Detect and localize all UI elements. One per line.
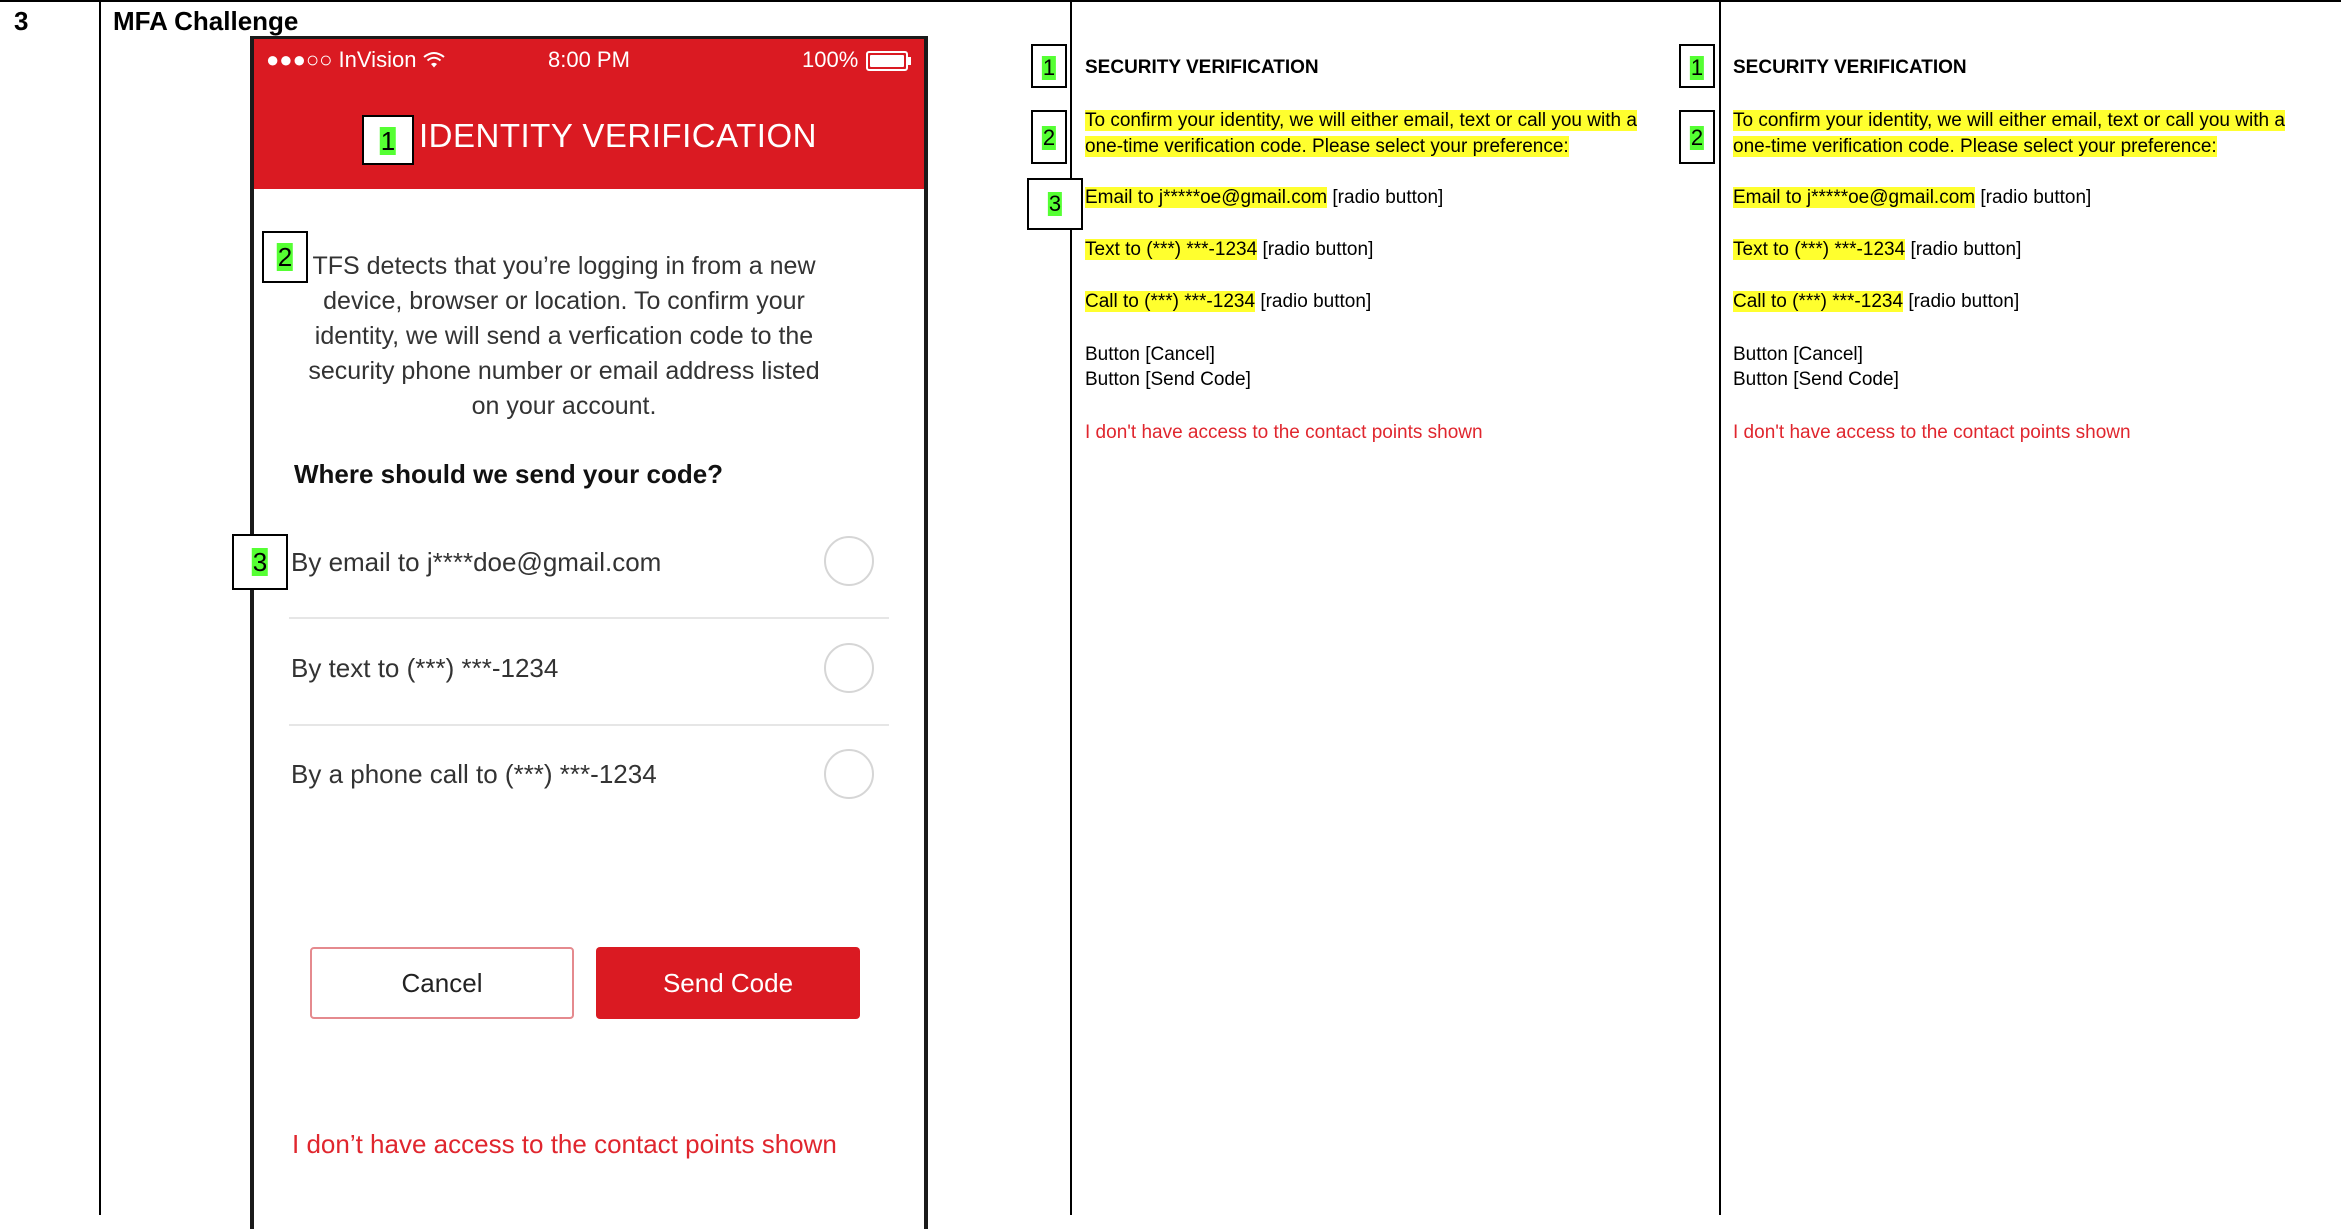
- spec2-call-radio-note: [radio button]: [1908, 291, 2020, 312]
- spec2-intro: To confirm your identity, we will either…: [1733, 110, 2285, 157]
- spec1-email-row: Email to j*****oe@gmail.com [radio butto…: [1085, 187, 1443, 209]
- spec2-email-row: Email to j*****oe@gmail.com [radio butto…: [1733, 187, 2091, 209]
- status-battery-text: 100%: [802, 47, 859, 72]
- spec2-no-access: I don't have access to the contact point…: [1733, 422, 2131, 443]
- marker-2-spec1: 2: [1031, 110, 1067, 164]
- cancel-button[interactable]: Cancel: [310, 947, 574, 1019]
- wifi-icon: [422, 52, 445, 68]
- table-border-top: [0, 0, 2341, 2]
- spec2-button-cancel: Button [Cancel]: [1733, 344, 1863, 365]
- spec1-button-cancel: Button [Cancel]: [1085, 344, 1215, 365]
- row-number: 3: [14, 6, 29, 36]
- battery-tip: [908, 57, 911, 65]
- spec1-text-radio-note: [radio button]: [1262, 239, 1374, 260]
- marker-1-spec2: 1: [1679, 44, 1715, 88]
- spec1-text-row: Text to (***) ***-1234 [radio button]: [1085, 239, 1373, 261]
- spec1-no-access: I don't have access to the contact point…: [1085, 422, 1483, 443]
- marker-1-phone: 1: [362, 115, 414, 165]
- question-heading: Where should we send your code?: [294, 459, 724, 489]
- spec2-button-send: Button [Send Code]: [1733, 369, 1899, 390]
- spec1-call-radio-note: [radio button]: [1260, 291, 1372, 312]
- table-border-left: [99, 0, 101, 1215]
- spec2-text-radio-note: [radio button]: [1910, 239, 2022, 260]
- spec1-intro: To confirm your identity, we will either…: [1085, 110, 1637, 157]
- spec2-email: Email to j*****oe@gmail.com: [1733, 187, 1976, 208]
- option-text-radio[interactable]: [824, 643, 874, 693]
- page-title: IDENTITY VERIFICATION: [419, 117, 817, 154]
- marker-3-spec1: 3: [1027, 178, 1083, 230]
- battery-icon: [866, 51, 908, 71]
- spec2-call: Call to (***) ***-1234: [1733, 291, 1904, 312]
- no-access-link[interactable]: I don’t have access to the contact point…: [292, 1129, 837, 1160]
- divider: [289, 724, 889, 726]
- spec2-text-row: Text to (***) ***-1234 [radio button]: [1733, 239, 2021, 261]
- option-text-label[interactable]: By text to (***) ***-1234: [291, 653, 558, 684]
- phone-mockup: ●●●○○ InVision 8:00 PM 100% 1 IDENTITY V…: [232, 36, 928, 1229]
- carrier-text: ●●●○○ InVision: [266, 47, 417, 72]
- spec1-text: Text to (***) ***-1234: [1085, 239, 1258, 260]
- row-title: MFA Challenge: [113, 6, 299, 36]
- spec2-call-row: Call to (***) ***-1234 [radio button]: [1733, 291, 2019, 313]
- status-time: 8:00 PM: [548, 47, 630, 72]
- intro-text: TFS detects that you’re logging in from …: [308, 252, 820, 420]
- marker-2-spec2: 2: [1679, 110, 1715, 164]
- spec1-button-send: Button [Send Code]: [1085, 369, 1251, 390]
- marker-1-spec1: 1: [1031, 44, 1067, 88]
- spec2-text: Text to (***) ***-1234: [1733, 239, 1906, 260]
- spec1-title: SECURITY VERIFICATION: [1085, 57, 1319, 78]
- option-call-label[interactable]: By a phone call to (***) ***-1234: [291, 759, 657, 790]
- spec1-email: Email to j*****oe@gmail.com: [1085, 187, 1328, 208]
- option-email-radio[interactable]: [824, 536, 874, 586]
- option-email-label[interactable]: By email to j****doe@gmail.com: [291, 547, 661, 578]
- spec2-email-radio-note: [radio button]: [1980, 187, 2092, 208]
- spec1-call: Call to (***) ***-1234: [1085, 291, 1256, 312]
- spec1-email-radio-note: [radio button]: [1332, 187, 1444, 208]
- phone-header: ●●●○○ InVision 8:00 PM 100% 1 IDENTITY V…: [254, 39, 924, 189]
- marker-3-phone: 3: [232, 534, 288, 590]
- divider: [289, 617, 889, 619]
- spec2-title: SECURITY VERIFICATION: [1733, 57, 1967, 78]
- send-code-button[interactable]: Send Code: [596, 947, 860, 1019]
- spec1-call-row: Call to (***) ***-1234 [radio button]: [1085, 291, 1371, 313]
- option-call-radio[interactable]: [824, 749, 874, 799]
- table-border-col3: [1719, 0, 1721, 1215]
- status-carrier: ●●●○○ InVision: [266, 47, 445, 73]
